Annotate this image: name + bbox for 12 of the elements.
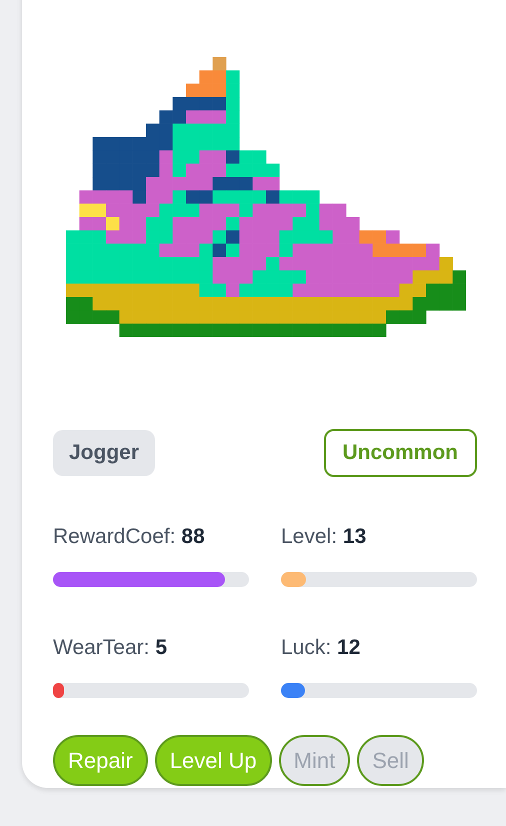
stat-value: 5	[155, 636, 168, 659]
stat-label: Luck:	[281, 636, 332, 659]
stat-value: 13	[342, 525, 366, 548]
rarity-badge: Uncommon	[324, 429, 477, 477]
type-badge: Jogger	[53, 430, 156, 476]
stat-value: 12	[337, 636, 360, 659]
stat-label: Level:	[281, 525, 338, 548]
stat-label: RewardCoef:	[53, 525, 176, 548]
stat-value: 88	[181, 525, 205, 548]
stat-label: WearTear:	[53, 636, 150, 659]
action-button[interactable]: Level Up	[154, 735, 272, 786]
action-button[interactable]: Repair	[53, 735, 148, 786]
